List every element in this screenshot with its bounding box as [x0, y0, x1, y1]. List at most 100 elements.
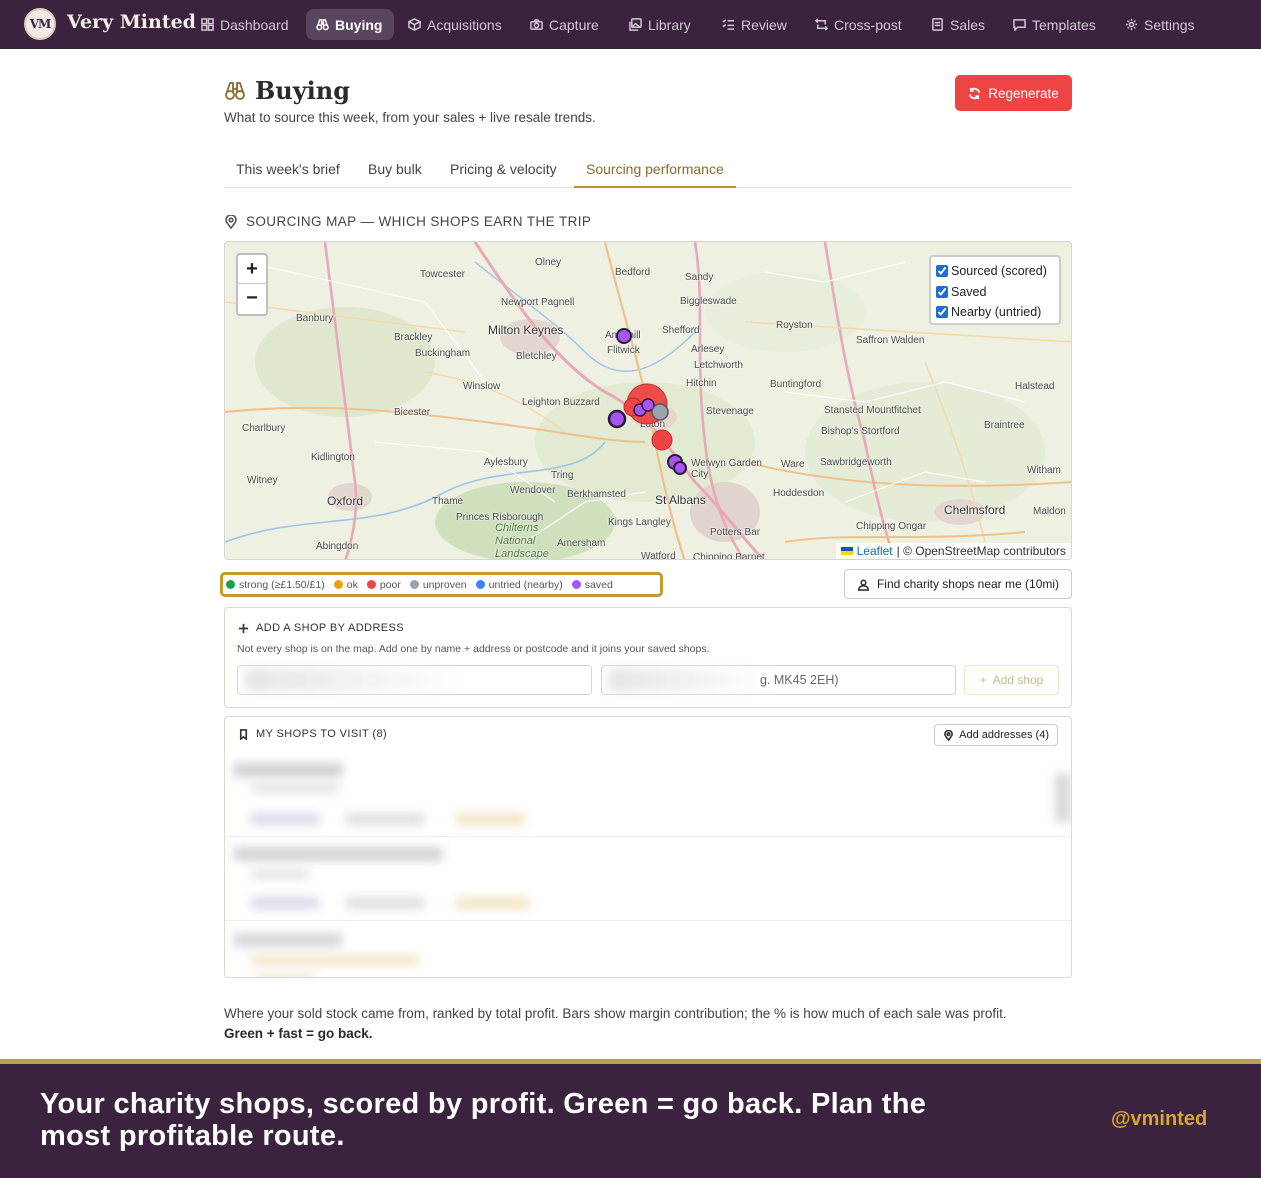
- legend-label: strong (≥£1.50/£1): [239, 578, 325, 591]
- page-title: Buying: [224, 76, 350, 105]
- nav-sales[interactable]: Sales: [921, 9, 997, 40]
- explainer-emphasis: Green + fast = go back.: [224, 1026, 373, 1041]
- redacted-text: [250, 897, 320, 909]
- find-shops-label: Find charity shops near me (10mi): [876, 577, 1060, 591]
- osm-attribution[interactable]: | © OpenStreetMap contributors: [897, 544, 1066, 558]
- legend-label: poor: [379, 578, 401, 591]
- binoculars-icon: [225, 81, 245, 100]
- nav-buying[interactable]: Buying: [306, 9, 395, 40]
- map-heading-text: SOURCING MAP — WHICH SHOPS EARN THE TRIP: [246, 214, 592, 229]
- nav-capture[interactable]: Capture: [520, 9, 611, 40]
- refresh-icon: [969, 87, 981, 99]
- layer-saved-checkbox[interactable]: [936, 285, 948, 298]
- social-handle: @vminted: [1111, 1108, 1208, 1130]
- nav-review[interactable]: Review: [712, 9, 799, 40]
- legend-label: saved: [584, 578, 613, 591]
- regenerate-button[interactable]: Regenerate: [955, 75, 1072, 111]
- gear-icon: [1125, 18, 1138, 31]
- map-marker-poor[interactable]: [651, 429, 673, 451]
- nav-settings[interactable]: Settings: [1115, 9, 1207, 40]
- redacted-text: [250, 869, 310, 879]
- map-marker-saved[interactable]: [607, 409, 627, 429]
- legend-dot: [475, 580, 485, 589]
- list-item[interactable]: [225, 921, 1071, 977]
- layer-sourced[interactable]: Sourced (scored): [936, 261, 1054, 282]
- leaflet-link[interactable]: Leaflet: [857, 544, 893, 558]
- legend-dot: [409, 580, 419, 589]
- tab-bar: This week's brief Buy bulk Pricing & vel…: [224, 152, 1072, 188]
- shop-name-field[interactable]: [237, 665, 592, 695]
- nav-library[interactable]: Library: [619, 9, 703, 40]
- legend-item: untried (nearby): [475, 578, 563, 591]
- ukraine-flag-icon: [840, 547, 853, 555]
- redacted-text: [250, 813, 320, 825]
- redacted-text: [455, 813, 525, 825]
- nav-label: Acquisitions: [427, 16, 502, 33]
- layer-nearby[interactable]: Nearby (untried): [936, 302, 1054, 323]
- redacted-text: [455, 897, 530, 909]
- my-shops-heading: MY SHOPS TO VISIT (8): [238, 728, 387, 740]
- layer-control: Sourced (scored) Saved Nearby (untried): [929, 255, 1061, 325]
- list-item[interactable]: [225, 753, 1071, 837]
- map-pin-icon: [225, 214, 237, 229]
- nav-templates[interactable]: Templates: [1003, 9, 1108, 40]
- brand-name[interactable]: Very Minted: [67, 11, 196, 33]
- legend-label: untried (nearby): [488, 578, 563, 591]
- page-title-text: Buying: [255, 76, 351, 105]
- images-icon: [629, 18, 642, 31]
- banner-text: Your charity shops, scored by profit. Gr…: [40, 1088, 927, 1152]
- nav-label: Sales: [950, 16, 986, 33]
- nav-label: Capture: [549, 16, 599, 33]
- tab-buy-bulk[interactable]: Buy bulk: [356, 152, 434, 188]
- nav-dashboard[interactable]: Dashboard: [191, 9, 301, 40]
- layer-sourced-checkbox[interactable]: [936, 265, 948, 278]
- find-shops-button[interactable]: Find charity shops near me (10mi): [844, 569, 1072, 599]
- nav-label: Cross-post: [834, 16, 902, 33]
- shop-list: [225, 753, 1071, 977]
- postcode-placeholder: g. MK45 2EH): [760, 673, 839, 687]
- legend-dot: [333, 580, 343, 589]
- redacted-text: [345, 813, 425, 825]
- layer-label: Nearby (untried): [951, 305, 1042, 320]
- map-marker-unproven[interactable]: [651, 403, 669, 421]
- add-shop-heading-text: ADD A SHOP BY ADDRESS: [256, 622, 404, 634]
- map-marker-saved[interactable]: [673, 461, 687, 475]
- layer-saved[interactable]: Saved: [936, 282, 1054, 303]
- layer-nearby-checkbox[interactable]: [936, 306, 948, 319]
- add-shop-button[interactable]: + Add shop: [964, 665, 1059, 695]
- tab-pricing-velocity[interactable]: Pricing & velocity: [438, 152, 569, 188]
- nav-label: Settings: [1144, 16, 1195, 33]
- list-item[interactable]: [225, 837, 1071, 921]
- map-marker-saved[interactable]: [616, 328, 632, 344]
- message-icon: [1013, 19, 1026, 31]
- add-shop-label: Add shop: [992, 673, 1044, 687]
- zoom-out-button[interactable]: −: [238, 284, 266, 313]
- redacted-text: [250, 955, 420, 965]
- legend-item: poor: [366, 578, 401, 591]
- page-subtitle: What to source this week, from your sale…: [224, 110, 596, 125]
- layer-label: Sourced (scored): [951, 264, 1047, 279]
- camera-icon: [530, 19, 543, 30]
- plus-icon: [238, 623, 249, 633]
- bookmark-icon: [239, 728, 248, 740]
- sourcing-map[interactable]: Olney Bedford Sandy Towcester Newport Pa…: [224, 241, 1072, 560]
- brand-logo[interactable]: VM: [24, 8, 56, 40]
- tab-weekly-brief[interactable]: This week's brief: [224, 152, 352, 188]
- legend-item: ok: [333, 578, 358, 591]
- user-location-icon: [858, 579, 869, 591]
- shop-address-field[interactable]: g. MK45 2EH): [601, 665, 956, 695]
- nav-cross-post[interactable]: Cross-post: [805, 9, 914, 40]
- legend-dot: [571, 580, 581, 589]
- nav-acquisitions[interactable]: Acquisitions: [398, 9, 514, 40]
- legend-label: ok: [346, 578, 358, 591]
- add-shop-card: ADD A SHOP BY ADDRESS Not every shop is …: [224, 607, 1072, 708]
- nav-label: Review: [741, 16, 787, 33]
- nav-label: Templates: [1032, 16, 1096, 33]
- legend-label: unproven: [422, 578, 467, 591]
- zoom-in-button[interactable]: +: [238, 255, 266, 284]
- add-addresses-button[interactable]: Add addresses (4): [934, 724, 1058, 746]
- nav-label: Buying: [335, 16, 383, 33]
- add-shop-heading: ADD A SHOP BY ADDRESS: [238, 622, 404, 634]
- tab-sourcing-performance[interactable]: Sourcing performance: [574, 152, 736, 188]
- redacted-input-value: [244, 668, 464, 692]
